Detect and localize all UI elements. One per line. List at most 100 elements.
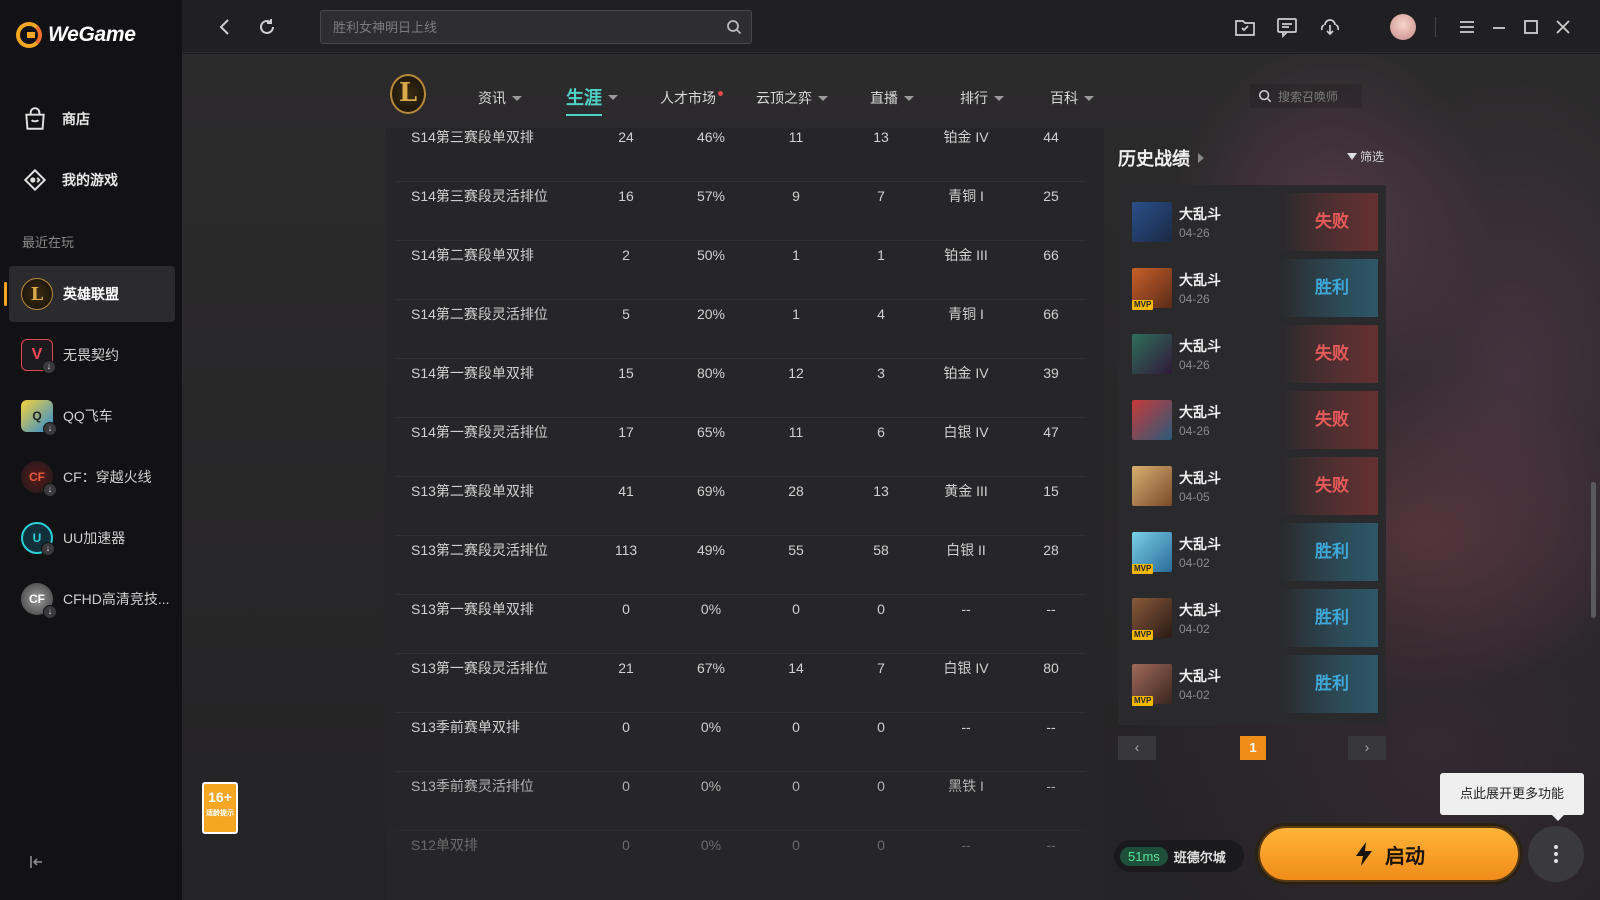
sidebar-game-uu[interactable]: U ↓ UU加速器 [9,510,175,566]
stat-cell: 41 [618,483,634,499]
stat-cell: 66 [1043,306,1059,322]
chevron-down-icon [818,95,828,101]
close-icon[interactable] [1552,16,1574,38]
stat-cell: 0 [792,778,800,794]
tab-tft[interactable]: 云顶之弈 [756,88,828,108]
scrollbar[interactable] [1591,482,1596,618]
stat-cell: 铂金 III [944,247,988,263]
match-item[interactable]: MVP 大乱斗 04-02 胜利 [1126,655,1378,713]
refresh-icon[interactable] [256,16,278,38]
search-icon[interactable] [726,19,742,35]
stat-cell: 0% [700,778,722,794]
user-avatar[interactable] [1390,14,1416,40]
launch-button[interactable]: 启动 [1258,826,1520,882]
launch-label: 启动 [1385,845,1425,868]
match-item[interactable]: MVP 大乱斗 04-26 胜利 [1126,259,1378,317]
notification-dot [718,90,723,96]
match-result-win: 胜利 [1286,259,1378,317]
server-status[interactable]: 51ms 班德尔城 [1114,840,1244,872]
download-manager-icon[interactable] [1319,16,1341,38]
sidebar-game-cf[interactable]: CF ↓ CF：穿越火线 [9,449,175,505]
chevron-right-icon [1198,153,1204,163]
match-date: 04-26 [1179,358,1210,372]
match-info: 大乱斗 04-02 [1179,666,1221,702]
filter-button[interactable]: 筛选 [1347,148,1384,165]
match-history-title-text: 历史战绩 [1118,149,1190,169]
mvp-badge: MVP [1132,564,1154,574]
match-item[interactable]: 大乱斗 04-26 失败 [1126,325,1378,383]
stat-cell: 13 [873,483,889,499]
stat-cell: 白银 IV [943,660,989,676]
game-label: CF：穿越火线 [63,469,152,485]
season-name-cell: S13第二赛段单双排 [411,483,534,499]
stat-cell: 黑铁 I [948,778,984,794]
stats-row: S14第三赛段单双排 24 46% 11 13 铂金 IV 44 [396,128,1086,182]
stat-cell: 青铜 I [948,188,984,204]
stat-cell: 21 [618,660,634,676]
stat-cell: -- [1046,778,1056,794]
game-label: 英雄联盟 [63,286,119,302]
tab-label: 人才市场 [660,90,716,106]
chevron-down-icon [994,95,1004,101]
match-mode: 大乱斗 [1179,338,1221,354]
match-mode: 大乱斗 [1179,668,1221,684]
topbar-divider [1435,17,1436,37]
match-item[interactable]: MVP 大乱斗 04-02 胜利 [1126,589,1378,647]
stat-cell: 17 [618,424,634,440]
next-page-button[interactable]: › [1348,736,1386,760]
champion-avatar [1132,400,1172,440]
match-item[interactable]: 大乱斗 04-26 失败 [1126,391,1378,449]
tab-talent-market[interactable]: 人才市场 [660,88,723,108]
stat-cell: 7 [877,660,885,676]
gamepad-icon [23,168,47,192]
match-result-loss: 失败 [1286,457,1378,515]
minimize-icon[interactable] [1488,16,1510,38]
stat-cell: 16 [618,188,634,204]
tab-ranking[interactable]: 排行 [960,88,1004,108]
match-date: 04-02 [1179,556,1210,570]
lol-logo-icon[interactable]: L [390,74,426,114]
match-info: 大乱斗 04-05 [1179,468,1221,504]
more-options-button[interactable] [1528,826,1584,882]
stat-cell: 80% [696,365,726,381]
menu-icon[interactable] [1456,16,1478,38]
age-rating-sub: 适龄提示 [206,810,234,817]
current-page[interactable]: 1 [1240,736,1266,760]
sidebar-game-cfhd[interactable]: CF ↓ CFHD高清竞技... [9,571,175,627]
match-item[interactable]: 大乱斗 04-05 失败 [1126,457,1378,515]
summoner-search[interactable]: 搜索召唤师 [1250,84,1362,108]
valorant-game-icon: V ↓ [21,339,56,374]
match-item[interactable]: MVP 大乱斗 04-02 胜利 [1126,523,1378,581]
tab-wiki[interactable]: 百科 [1050,88,1094,108]
match-info: 大乱斗 04-26 [1179,204,1221,240]
sidebar-game-lol[interactable]: L 英雄联盟 [4,266,175,322]
top-search [320,10,752,44]
match-item[interactable]: 大乱斗 04-26 失败 [1126,193,1378,251]
sidebar-game-valorant[interactable]: V ↓ 无畏契约 [9,327,175,383]
uu-accelerator-icon: U ↓ [21,522,55,556]
season-name-cell: S13第一赛段灵活排位 [411,660,548,676]
collapse-sidebar-icon[interactable] [29,854,45,870]
sidebar-game-qq-speed[interactable]: Q ↓ QQ飞车 [9,388,175,444]
season-stats-table: S14第三赛段单双排 24 46% 11 13 铂金 IV 44 S14第三赛段灵活排位 16 5… [386,128,1104,900]
match-history-title[interactable]: 历史战绩 [1118,145,1204,171]
tab-live[interactable]: 直播 [870,88,914,108]
tab-news[interactable]: 资讯 [478,88,522,108]
back-icon[interactable] [214,16,236,38]
sidebar-item-label: 商店 [62,111,90,127]
chat-icon[interactable] [1276,16,1298,38]
stat-cell: 0% [700,837,722,853]
match-info: 大乱斗 04-26 [1179,270,1221,306]
match-mode: 大乱斗 [1179,272,1221,288]
prev-page-button[interactable]: ‹ [1118,736,1156,760]
tab-career[interactable]: 生涯 [566,84,618,116]
maximize-icon[interactable] [1520,16,1542,38]
champion-avatar [1132,334,1172,374]
top-search-input[interactable] [321,11,701,43]
sidebar-item-shop[interactable]: 商店 [22,106,90,132]
folder-icon[interactable] [1234,16,1256,38]
season-name-cell: S14第三赛段灵活排位 [411,188,548,204]
sidebar-item-my-games[interactable]: 我的游戏 [22,167,118,193]
wegame-logo[interactable]: WeGame [16,22,136,48]
server-name: 班德尔城 [1173,849,1226,865]
